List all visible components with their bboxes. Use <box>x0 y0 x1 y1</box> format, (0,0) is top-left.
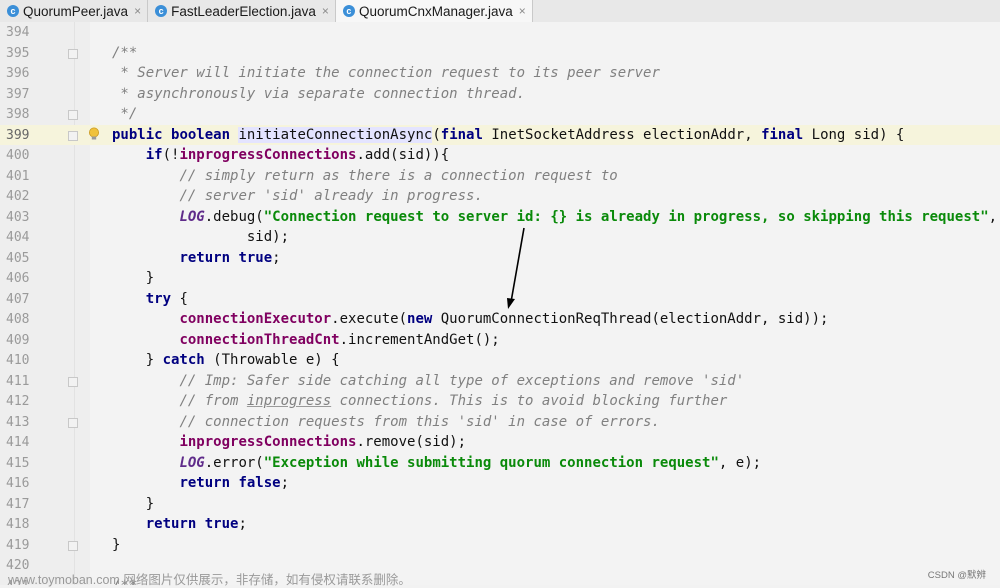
annotation-arrow <box>507 227 525 309</box>
